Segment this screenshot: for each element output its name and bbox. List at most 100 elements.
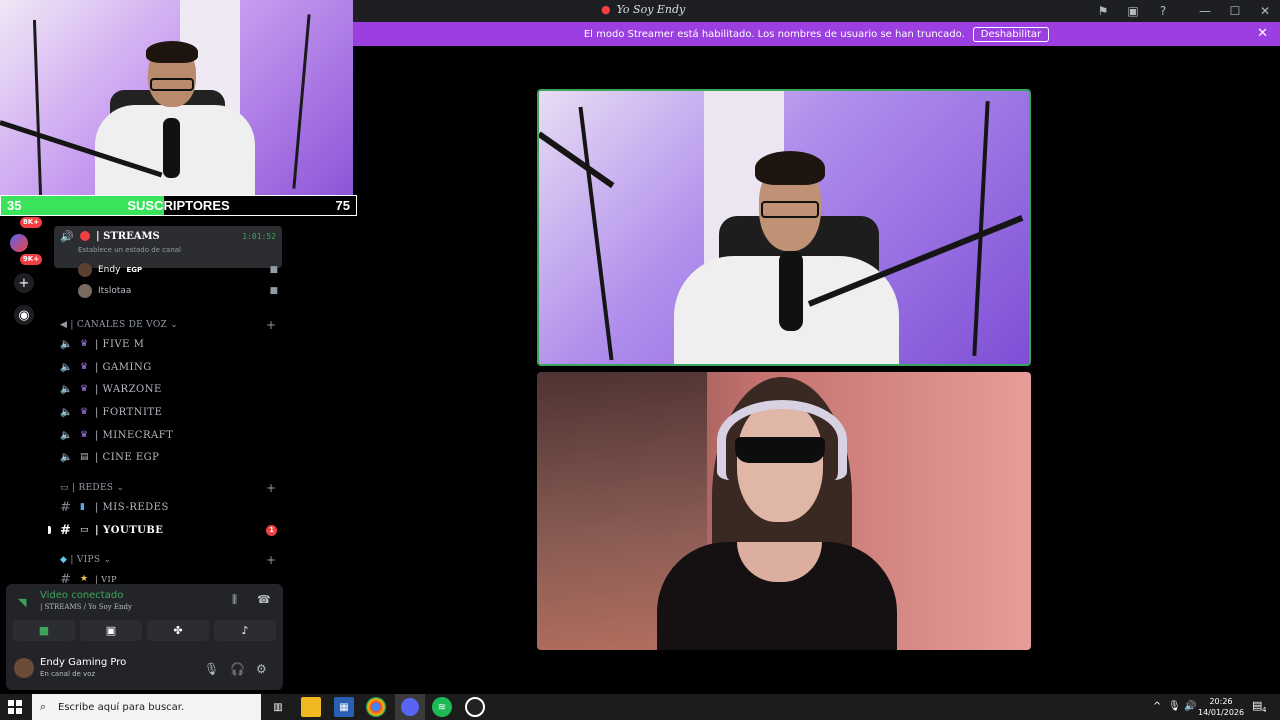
- title-bar: ● Yo Soy Endy ⚑ ▣ ? — ☐ ✕: [353, 0, 1280, 22]
- text-channel[interactable]: # ▮ | MIS-REDES: [48, 496, 288, 518]
- screen-share-button[interactable]: ▣: [80, 620, 142, 641]
- unread-indicator: [48, 526, 51, 534]
- minimize-button[interactable]: —: [1190, 0, 1220, 22]
- clock-date: 14/01/2026: [1198, 708, 1245, 717]
- camera-icon: ■: [269, 265, 278, 275]
- voice-user-row[interactable]: Itslotaa ■: [78, 281, 278, 301]
- chevron-down-icon: ⌄: [103, 555, 112, 565]
- text-channel[interactable]: # ▭ | YOUTUBE 1: [48, 519, 288, 541]
- mic-arm: [539, 131, 615, 189]
- server-icon[interactable]: [10, 234, 28, 252]
- inbox-icon[interactable]: ▣: [1118, 0, 1148, 22]
- help-icon[interactable]: ?: [1148, 0, 1178, 22]
- settings-gear-icon[interactable]: ⚙: [256, 662, 267, 676]
- speaker-icon: 🔈: [60, 406, 73, 418]
- window-title: ● Yo Soy Endy: [601, 3, 685, 16]
- speaker-icon: 🔈: [60, 451, 73, 463]
- task-view-icon[interactable]: ▥: [268, 697, 288, 717]
- sunglasses: [735, 437, 825, 463]
- live-status-icon: [80, 231, 90, 241]
- microphone: [779, 251, 803, 331]
- noise-suppression-icon[interactable]: ⫼: [232, 593, 237, 607]
- category-voice[interactable]: ◀ | CANALES DE VOZ ⌄ +: [60, 318, 276, 332]
- taskbar-clock[interactable]: 20:26 14/01/2026: [1198, 696, 1244, 718]
- headphones-icon[interactable]: 🎧: [230, 662, 245, 676]
- microphone-icon[interactable]: 🎙: [204, 662, 219, 676]
- avatar[interactable]: [14, 658, 34, 678]
- category-redes[interactable]: ▭ | REDES ⌄ +: [60, 481, 276, 495]
- chrome-icon[interactable]: [366, 697, 386, 717]
- voice-channel[interactable]: 🔈 ▤ | CINE EGP: [48, 446, 288, 468]
- speaker-icon: 🔈: [60, 361, 73, 373]
- soundboard-button[interactable]: ♪: [214, 620, 276, 641]
- close-banner-icon[interactable]: ✕: [1257, 26, 1268, 41]
- obs-icon[interactable]: [465, 697, 485, 717]
- microphone: [163, 118, 180, 178]
- voice-channel[interactable]: 🔈 ♛ | WARZONE: [48, 378, 288, 400]
- title-bar-controls: ⚑ ▣ ? — ☐ ✕: [1088, 0, 1280, 22]
- channel-name: | FORTNITE: [95, 406, 163, 418]
- close-window-button[interactable]: ✕: [1250, 0, 1280, 22]
- person-glasses: [150, 78, 194, 91]
- volume-icon[interactable]: 🔊: [1184, 701, 1196, 712]
- speaker-icon: 🔈: [60, 338, 73, 350]
- add-channel-icon[interactable]: +: [266, 318, 276, 332]
- video-button[interactable]: ■: [13, 620, 75, 641]
- emoji-icon: ♛: [80, 384, 89, 394]
- explore-compass-icon[interactable]: ◉: [14, 305, 34, 325]
- user-status: En canal de voz: [40, 670, 96, 678]
- chevron-down-icon: ⌄: [116, 483, 125, 493]
- spotify-icon[interactable]: ≋: [432, 697, 452, 717]
- voice-channel-path[interactable]: | STREAMS / Yo Soy Endy: [40, 603, 132, 611]
- goal-target: 75: [335, 198, 350, 213]
- channel-name: | GAMING: [95, 361, 152, 373]
- add-channel-icon[interactable]: +: [266, 481, 276, 495]
- voice-speaker-icon: 🔊: [60, 230, 74, 243]
- taskbar-search[interactable]: ⌕ Escribe aquí para buscar.: [32, 694, 261, 720]
- category-label: | REDES: [71, 483, 114, 493]
- discord-app-active[interactable]: [395, 694, 425, 720]
- add-channel-icon[interactable]: +: [266, 553, 276, 567]
- voice-user-name: Itslotaa: [98, 286, 132, 296]
- maximize-button[interactable]: ☐: [1220, 0, 1250, 22]
- soundboard-icon: ♪: [241, 624, 249, 637]
- voice-channel[interactable]: 🔈 ♛ | MINECRAFT: [48, 424, 288, 446]
- emoji-icon: ♛: [80, 407, 89, 417]
- disconnect-icon[interactable]: ☎: [257, 593, 271, 606]
- emoji-icon: ♛: [80, 430, 89, 440]
- user-tag: EGP: [126, 266, 143, 274]
- tray-chevron-icon[interactable]: ^: [1153, 701, 1161, 712]
- add-server-icon[interactable]: +: [14, 273, 34, 293]
- screen-share-icon: ▣: [105, 624, 117, 637]
- search-placeholder: Escribe aquí para buscar.: [58, 701, 185, 713]
- person-hair: [755, 151, 825, 185]
- voice-channel[interactable]: 🔈 ♛ | GAMING: [48, 356, 288, 378]
- category-vips[interactable]: ◆ | VIPS ⌄ +: [60, 553, 276, 567]
- video-tile-itslotaa[interactable]: [537, 372, 1031, 650]
- speaker-icon: 🔈: [60, 429, 73, 441]
- channel-name: | YOUTUBE: [95, 524, 164, 536]
- chevron-down-icon: ⌄: [170, 320, 179, 330]
- discord-icon: [401, 698, 419, 716]
- channel-status-prompt[interactable]: Establece un estado de canal: [78, 246, 181, 254]
- phone-icon: ▮: [80, 502, 85, 512]
- voice-user-row[interactable]: Endy EGP ■: [78, 260, 278, 280]
- voice-status[interactable]: Video conectado: [40, 590, 123, 601]
- mention-badge: 8K+: [20, 217, 42, 228]
- channel-name: | CINE EGP: [95, 451, 160, 463]
- microphone-icon[interactable]: 🎙: [1168, 701, 1181, 712]
- file-explorer-icon[interactable]: [301, 697, 321, 717]
- person-glasses: [761, 201, 819, 218]
- voice-channel[interactable]: 🔈 ♛ | FORTNITE: [48, 401, 288, 423]
- start-button[interactable]: [8, 700, 22, 714]
- notification-center-icon[interactable]: ▤: [1252, 699, 1262, 712]
- person-hair: [146, 41, 198, 63]
- hash-icon: #: [60, 499, 71, 515]
- mention-badge: 9K+: [20, 254, 42, 265]
- disable-streamer-mode-button[interactable]: Deshabilitar: [972, 26, 1050, 42]
- store-icon[interactable]: ▦: [334, 697, 354, 717]
- voice-channel[interactable]: 🔈 ♛ | FIVE M: [48, 333, 288, 355]
- video-tile-endy[interactable]: [537, 89, 1031, 366]
- flag-icon[interactable]: ⚑: [1088, 0, 1118, 22]
- activities-button[interactable]: ✤: [147, 620, 209, 641]
